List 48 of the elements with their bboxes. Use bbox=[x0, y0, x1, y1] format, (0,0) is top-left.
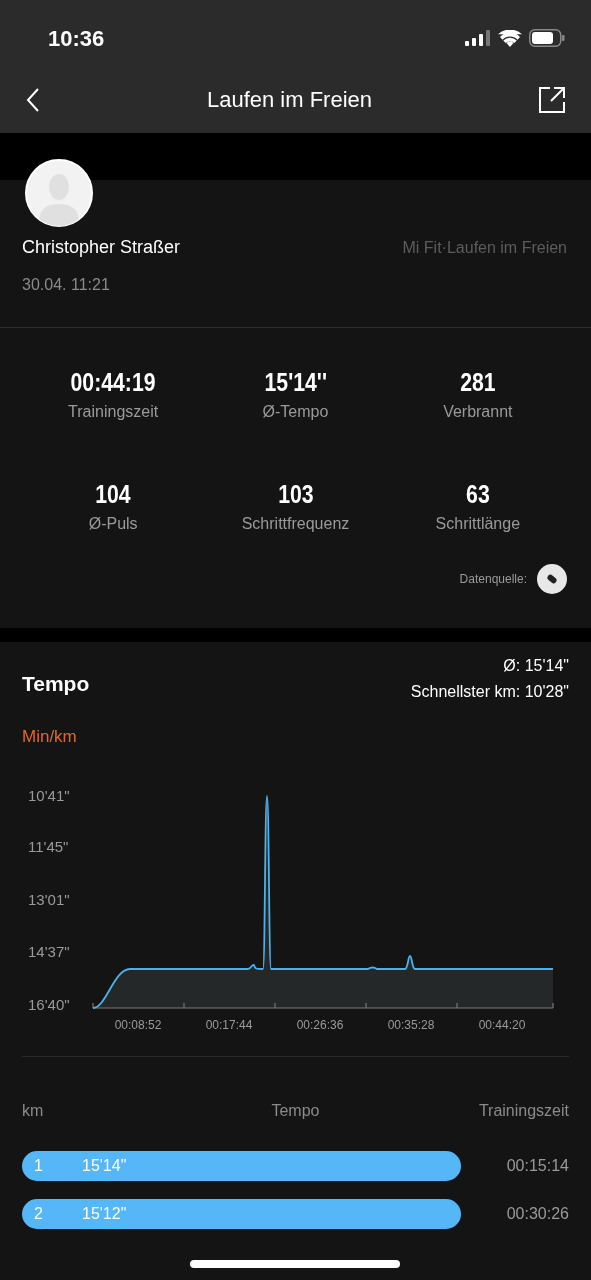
stat-value: 103 bbox=[277, 479, 314, 510]
section-title: Tempo bbox=[22, 671, 90, 697]
source-app: Mi Fit·Laufen im Freien bbox=[402, 237, 567, 258]
wifi-icon bbox=[498, 29, 522, 47]
stat-label: Trainingszeit bbox=[68, 402, 159, 422]
split-time: 00:30:26 bbox=[505, 1203, 569, 1224]
y-axis-label: 14'37" bbox=[28, 942, 70, 961]
stat-label: Schrittfrequenz bbox=[241, 514, 350, 534]
fastest-km: Schnellster km: 10'28" bbox=[410, 682, 569, 702]
y-axis-label: 11'45" bbox=[28, 837, 69, 856]
stat-value: 00:44:19 bbox=[70, 367, 156, 398]
x-axis-label: 00:17:44 bbox=[204, 1016, 254, 1034]
stat-label: Verbrannt bbox=[443, 402, 513, 422]
split-km: 1 bbox=[34, 1155, 44, 1176]
stat-value: 104 bbox=[95, 479, 131, 510]
stat-value: 15'14'' bbox=[264, 367, 327, 398]
avatar bbox=[25, 159, 93, 227]
y-axis-label: 16'40" bbox=[28, 995, 70, 1014]
x-axis-label: 00:26:36 bbox=[295, 1016, 345, 1034]
share-icon[interactable] bbox=[539, 86, 565, 113]
status-time: 10:36 bbox=[48, 24, 105, 53]
data-source-label: Datenquelle: bbox=[459, 571, 527, 588]
column-header: Tempo bbox=[270, 1100, 321, 1121]
stat-value: 63 bbox=[466, 479, 490, 510]
signal-icon bbox=[465, 30, 491, 46]
x-axis-label: 00:44:20 bbox=[477, 1016, 527, 1034]
average-pace: Ø: 15'14" bbox=[503, 656, 569, 676]
split-tempo: 15'14" bbox=[82, 1155, 127, 1176]
y-axis-label: 10'41" bbox=[28, 786, 70, 805]
stat-value: 281 bbox=[460, 367, 496, 398]
x-axis-label: 00:08:52 bbox=[113, 1016, 163, 1034]
split-tempo: 15'12" bbox=[82, 1203, 127, 1224]
band-icon[interactable] bbox=[537, 564, 567, 594]
page-title: Laufen im Freien bbox=[206, 86, 373, 114]
workout-date: 30.04. 11:21 bbox=[22, 276, 110, 293]
column-header: Trainingszeit bbox=[477, 1100, 569, 1121]
y-axis-label: 13'01" bbox=[28, 890, 70, 909]
stat-label: Ø-Tempo bbox=[262, 402, 329, 422]
user-name: Christopher Straßer bbox=[22, 236, 181, 259]
split-km: 2 bbox=[34, 1203, 44, 1224]
unit-label: Min/km bbox=[22, 727, 77, 746]
back-icon[interactable] bbox=[26, 86, 40, 113]
column-header: km bbox=[22, 1100, 45, 1121]
split-time: 00:15:14 bbox=[505, 1155, 569, 1176]
battery-icon bbox=[529, 29, 565, 47]
stat-label: Ø-Puls bbox=[88, 514, 138, 534]
x-axis-label: 00:35:28 bbox=[386, 1016, 436, 1034]
stat-label: Schrittlänge bbox=[435, 514, 521, 534]
